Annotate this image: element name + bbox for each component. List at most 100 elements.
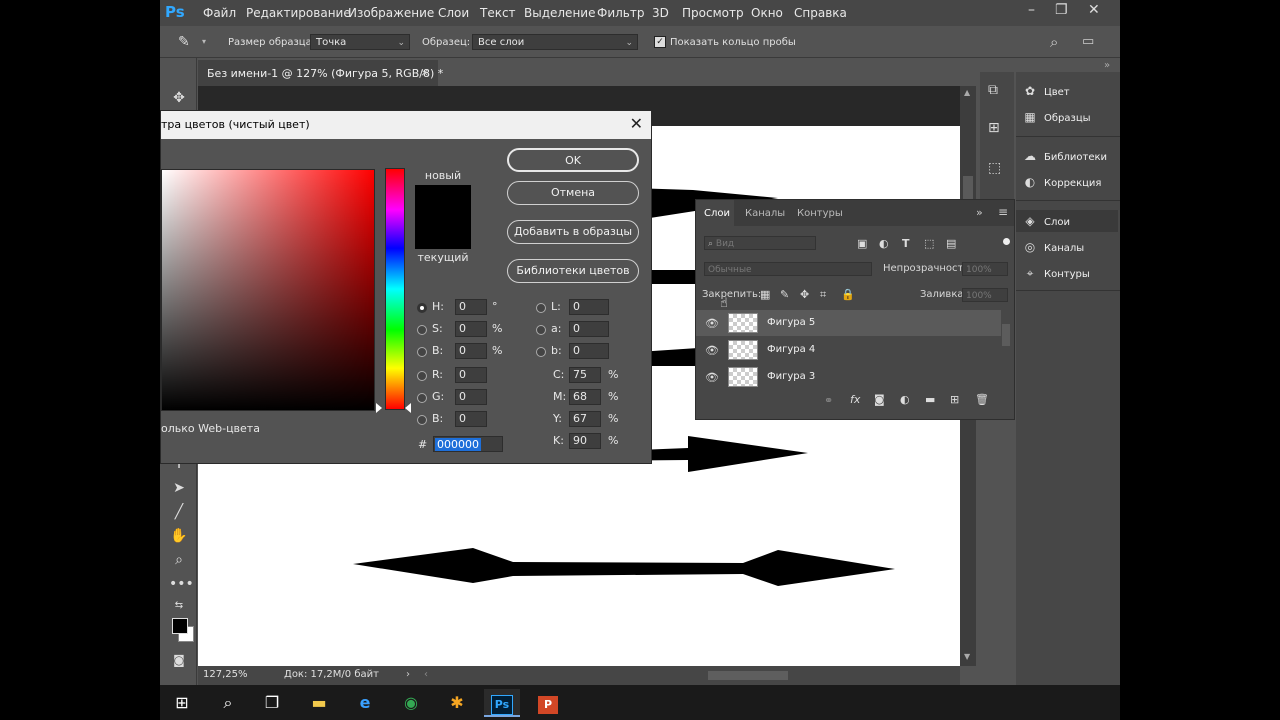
field-a[interactable]: 0 (569, 321, 609, 337)
search-icon[interactable]: ⌕ (210, 689, 246, 717)
chrome-icon[interactable]: ◉ (393, 689, 429, 717)
radio-b[interactable] (417, 347, 427, 357)
tab-paths[interactable]: Контуры (797, 208, 843, 219)
quick-mask-icon[interactable]: ◙ (169, 650, 189, 670)
filter-shape-icon[interactable]: ⬚ (924, 237, 934, 250)
tool-preset-chevron-icon[interactable]: ▾ (202, 37, 206, 46)
lock-image-icon[interactable]: ✎ (780, 288, 789, 301)
line-tool-icon[interactable]: ╱ (169, 502, 189, 522)
new-group-icon[interactable]: ▬ (925, 393, 935, 406)
close-window-icon[interactable]: ✕ (1088, 2, 1100, 18)
status-menu-arrow-icon[interactable]: › (406, 669, 410, 680)
file-explorer-icon[interactable]: ▬ (301, 689, 337, 717)
workspace-icon[interactable]: ▭ (1082, 34, 1094, 49)
layer-filter-search[interactable]: ⌕ Вид (704, 236, 816, 250)
field-blue[interactable]: 0 (455, 411, 487, 427)
dock-item-paths[interactable]: ⌖ Контуры (1022, 262, 1118, 284)
horizontal-scrollbar-thumb[interactable] (708, 671, 788, 680)
field-h[interactable]: 0 (455, 299, 487, 315)
menu-layers[interactable]: Слои (438, 6, 469, 20)
current-color-swatch[interactable] (415, 217, 471, 249)
radio-g[interactable] (417, 393, 427, 403)
menu-help[interactable]: Справка (794, 6, 847, 20)
fill-input[interactable]: 100% (962, 288, 1008, 302)
menu-3d[interactable]: 3D (652, 6, 669, 20)
eye-icon[interactable]: 👁 (705, 317, 719, 330)
internet-explorer-icon[interactable]: e (347, 689, 383, 717)
sample-size-select[interactable]: Точка ⌄ (310, 34, 410, 50)
close-icon[interactable]: ✕ (630, 114, 643, 133)
filter-type-icon[interactable]: T (902, 237, 910, 250)
search-icon[interactable]: ⌕ (1050, 33, 1058, 51)
filter-toggle-icon[interactable] (1003, 238, 1010, 245)
radio-r[interactable] (417, 371, 427, 381)
opacity-input[interactable]: 100% (962, 262, 1008, 276)
menu-window[interactable]: Окно (751, 6, 783, 20)
saturation-brightness-field[interactable] (161, 169, 375, 411)
scroll-down-icon[interactable]: ▼ (964, 652, 970, 661)
eye-icon[interactable]: 👁 (705, 371, 719, 384)
tab-layers[interactable]: Слои (704, 208, 730, 219)
filter-pixel-icon[interactable]: ▣ (857, 237, 867, 250)
field-s[interactable]: 0 (455, 321, 487, 337)
dock-item-adjustments[interactable]: ◐ Коррекция (1022, 171, 1118, 193)
move-tool-icon[interactable]: ✥ (169, 88, 189, 108)
color-libraries-button[interactable]: Библиотеки цветов (507, 259, 639, 283)
show-ring-checkbox[interactable]: ✓ (654, 36, 666, 48)
add-mask-icon[interactable]: ◙ (874, 393, 885, 406)
delete-layer-icon[interactable]: 🗑 (975, 393, 989, 406)
hue-slider[interactable] (385, 168, 405, 410)
cancel-button[interactable]: Отмена (507, 181, 639, 205)
field-r[interactable]: 0 (455, 367, 487, 383)
menu-file[interactable]: Файл (203, 6, 236, 20)
menu-select[interactable]: Выделение (524, 6, 595, 20)
field-y[interactable]: 67 (569, 411, 601, 427)
field-l[interactable]: 0 (569, 299, 609, 315)
document-tab[interactable]: Без имени-1 @ 127% (Фигура 5, RGB/8) * × (198, 60, 443, 88)
field-lab-b[interactable]: 0 (569, 343, 609, 359)
lock-artboard-icon[interactable]: ⌗ (820, 288, 826, 302)
minimize-icon[interactable]: – (1028, 2, 1035, 18)
link-layers-icon[interactable]: ⚭ (824, 394, 833, 407)
sample-select[interactable]: Все слои ⌄ (472, 34, 638, 50)
collapse-dock-icon[interactable]: » (1104, 60, 1110, 71)
dock-item-color[interactable]: ✿ Цвет (1022, 80, 1118, 102)
windows-start-icon[interactable]: ⊞ (164, 689, 200, 717)
hue-right-arrow-icon[interactable] (405, 403, 411, 413)
dock-item-channels[interactable]: ◎ Каналы (1022, 236, 1118, 258)
lock-all-icon[interactable]: 🔒 (841, 288, 855, 301)
layer-row[interactable]: 👁 Фигура 3 (696, 364, 1001, 390)
scroll-up-icon[interactable]: ▲ (964, 88, 970, 97)
hscroll-left-icon[interactable]: ‹ (424, 669, 428, 680)
eye-icon[interactable]: 👁 (705, 344, 719, 357)
swap-colors-icon[interactable]: ⇆ (169, 596, 189, 616)
history-icon[interactable]: ⧉ (988, 82, 998, 98)
lock-transparent-icon[interactable]: ▦ (760, 288, 770, 301)
path-select-tool-icon[interactable]: ➤ (169, 478, 189, 498)
hand-tool-icon[interactable]: ✋ (169, 526, 189, 546)
zoom-tool-icon[interactable]: ⌕ (169, 550, 189, 570)
layer-row[interactable]: 👁 Фигура 4 (696, 337, 1001, 363)
blend-mode-select[interactable]: Обычные (704, 262, 872, 276)
layers-scrollbar-thumb[interactable] (1002, 324, 1010, 346)
properties-icon[interactable]: ⊞ (988, 120, 1000, 136)
character-icon[interactable]: ⬚ (988, 160, 1001, 176)
new-adjustment-layer-icon[interactable]: ◐ (900, 393, 910, 406)
dock-item-layers[interactable]: ◈ Слои (1016, 210, 1118, 232)
fx-icon[interactable]: fx (850, 393, 860, 406)
filter-adjustment-icon[interactable]: ◐ (879, 237, 889, 250)
foreground-color-swatch[interactable] (172, 618, 188, 634)
powerpoint-taskbar-icon[interactable]: P (530, 689, 566, 717)
add-to-swatches-button[interactable]: Добавить в образцы (507, 220, 639, 244)
ok-button[interactable]: OK (507, 148, 639, 172)
only-web-colors-label[interactable]: олько Web-цвета (161, 422, 260, 435)
task-view-icon[interactable]: ❐ (254, 689, 290, 717)
dock-item-libraries[interactable]: ☁ Библиотеки (1022, 145, 1118, 167)
zoom-level[interactable]: 127,25% (203, 669, 248, 680)
hue-left-arrow-icon[interactable] (376, 403, 382, 413)
restore-icon[interactable]: ❐ (1055, 2, 1068, 18)
field-m[interactable]: 68 (569, 389, 601, 405)
more-tools-icon[interactable]: ••• (169, 574, 194, 594)
radio-l[interactable] (536, 303, 546, 313)
new-layer-icon[interactable]: ⊞ (950, 393, 959, 406)
